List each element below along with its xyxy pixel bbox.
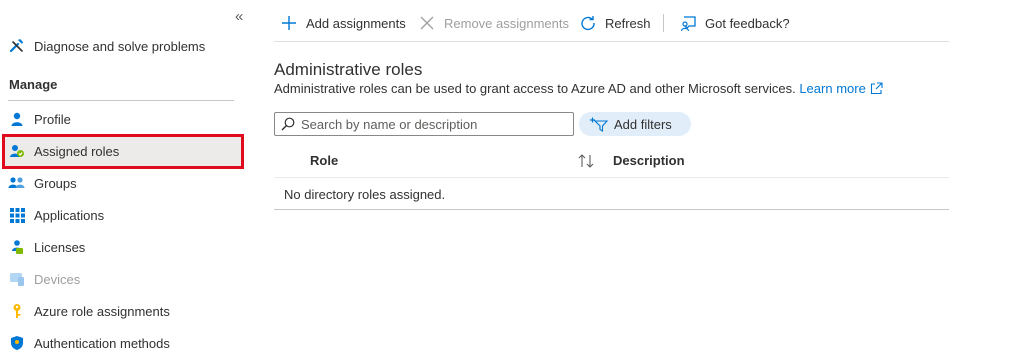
external-link-icon [870,82,883,95]
nav-item-label: Profile [34,111,71,127]
nav-item-diagnose[interactable]: Diagnose and solve problems [0,30,254,62]
remove-assignments-label: Remove assignments [444,15,569,31]
feedback-icon [679,14,697,32]
add-assignments-button[interactable]: Add assignments [280,12,406,34]
assigned-roles-icon [8,142,26,160]
nav-item-label: Diagnose and solve problems [34,38,206,54]
learn-more-link[interactable]: Learn more [799,81,883,96]
remove-assignments-button[interactable]: Remove assignments [418,12,569,34]
plus-icon [280,14,298,32]
page-title: Administrative roles [274,60,423,79]
key-icon [8,302,26,320]
devices-icon [8,270,26,288]
roles-table-header: Role Description [274,145,949,178]
search-icon [281,117,295,131]
feedback-button[interactable]: Got feedback? [679,12,790,34]
section-header-manage: Manage [9,77,58,92]
feedback-label: Got feedback? [705,15,790,31]
nav-item-licenses[interactable]: Licenses [0,231,254,263]
nav-item-applications[interactable]: Applications [0,199,254,231]
refresh-icon [579,14,597,32]
refresh-label: Refresh [605,15,651,31]
nav-item-devices: Devices [0,263,254,295]
nav-item-label: Applications [34,207,105,223]
nav-item-label: Azure role assignments [34,303,170,319]
add-filter-icon [590,117,609,132]
add-filters-button[interactable]: Add filters [579,112,691,136]
add-filters-label: Add filters [614,116,672,132]
page-description: Administrative roles can be used to gran… [274,81,883,96]
groups-icon [8,174,26,192]
wrench-icon [8,37,26,55]
nav-item-label: Licenses [34,239,86,255]
close-icon [418,14,436,32]
licenses-icon [8,238,26,256]
nav-item-azure-role-assignments[interactable]: Azure role assignments [0,295,254,327]
nav-item-profile[interactable]: Profile [0,103,254,135]
add-assignments-label: Add assignments [306,15,406,31]
nav-item-label: Authentication methods [34,335,170,351]
nav-item-assigned-roles[interactable]: Assigned roles [4,135,242,167]
nav-item-label: Groups [34,175,77,191]
shield-icon [8,334,26,352]
section-divider [8,100,234,101]
collapse-nav-icon[interactable]: « [235,9,249,25]
empty-message: No directory roles assigned. [284,187,446,202]
nav-item-authentication-methods[interactable]: Authentication methods [0,327,254,359]
table-empty-row: No directory roles assigned. [274,178,949,210]
applications-grid-icon [8,206,26,224]
sort-icon[interactable] [577,153,595,169]
search-input[interactable] [301,116,571,132]
search-box[interactable] [274,112,574,136]
nav-item-label: Devices [34,271,81,287]
description-text: Administrative roles can be used to gran… [274,81,796,96]
nav-item-label: Assigned roles [34,143,120,159]
learn-more-label: Learn more [799,81,866,96]
nav-item-groups[interactable]: Groups [0,167,254,199]
left-nav: « Diagnose and solve problems Manage Pro… [0,0,254,362]
column-header-description[interactable]: Description [613,153,685,168]
refresh-button[interactable]: Refresh [579,12,651,34]
toolbar-separator [663,14,664,32]
command-bar: Add assignments Remove assignments Refre… [274,0,949,42]
column-header-role[interactable]: Role [310,153,338,168]
person-icon [8,110,26,128]
